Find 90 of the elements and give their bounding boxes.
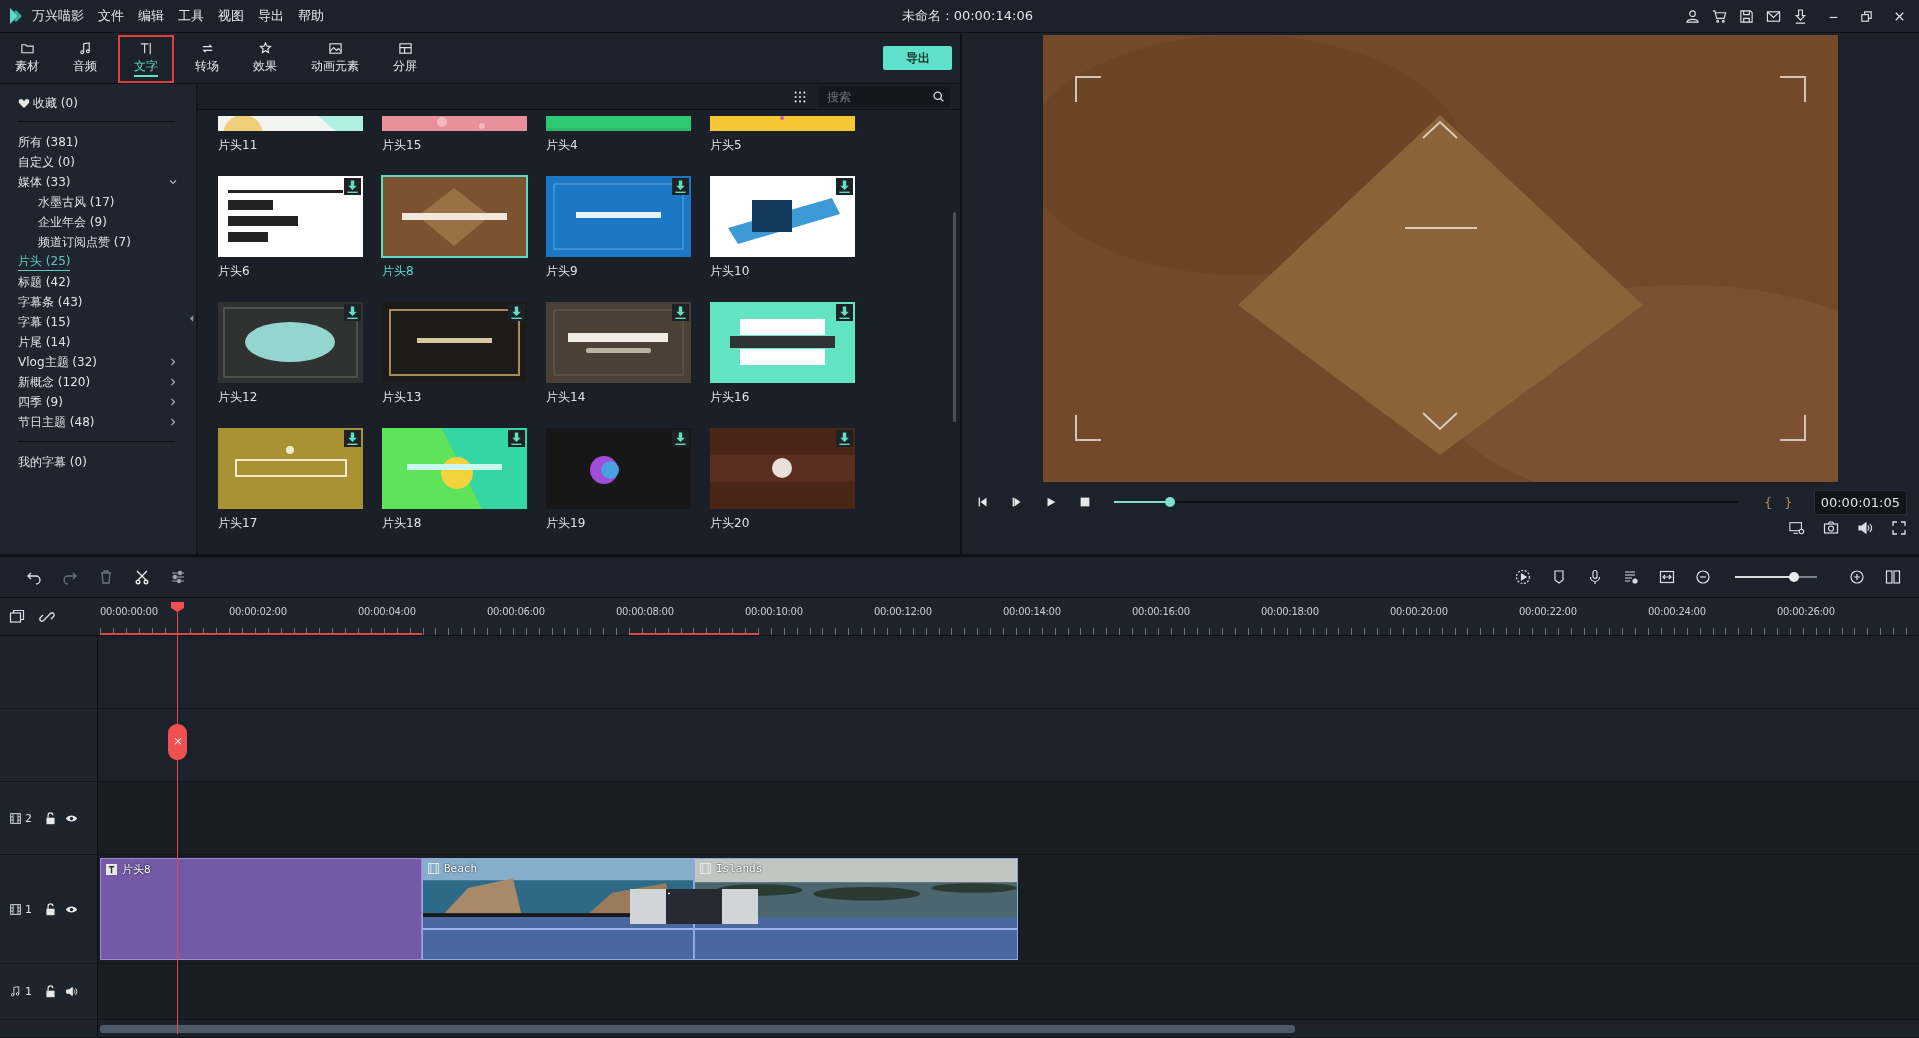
time-label: 00:00:26:00 [1777, 606, 1835, 617]
category-item[interactable]: 新概念 (120) [18, 373, 91, 391]
template-card[interactable]: 片头14 [546, 302, 691, 428]
tab[interactable]: 动画元素 [300, 33, 370, 83]
time-label: 00:00:14:00 [1003, 606, 1061, 617]
template-label: 片头20 [710, 515, 750, 532]
time-label: 00:00:00:00 [100, 606, 158, 617]
clip-label: 片头8 [122, 862, 151, 877]
template-card[interactable]: 片头6 [218, 176, 363, 302]
my-captions-item[interactable]: 我的字幕 (0) [18, 453, 87, 471]
time-label: 00:00:22:00 [1519, 606, 1577, 617]
time-label: 00:00:04:00 [358, 606, 416, 617]
time-label: 00:00:20:00 [1390, 606, 1448, 617]
template-label: 片头15 [382, 137, 422, 154]
tab[interactable]: 素材 [4, 33, 50, 83]
time-label: 00:00:06:00 [487, 606, 545, 617]
template-card[interactable]: 片头11 [218, 116, 363, 176]
menu-item[interactable]: 导出 [258, 7, 284, 25]
category-item[interactable]: 企业年会 (9) [38, 213, 107, 231]
track-number: 1 [25, 902, 32, 916]
menu-item[interactable]: 视图 [218, 7, 244, 25]
template-label: 片头19 [546, 515, 586, 532]
template-card[interactable]: 片头17 [218, 428, 363, 554]
time-label: 00:00:16:00 [1132, 606, 1190, 617]
time-label: 00:00:18:00 [1261, 606, 1319, 617]
template-card[interactable]: 片头12 [218, 302, 363, 428]
template-label: 片头4 [546, 137, 578, 154]
template-card[interactable]: 片头10 [710, 176, 855, 302]
template-card[interactable]: 片头18 [382, 428, 527, 554]
template-label: 片头13 [382, 389, 422, 406]
category-item[interactable]: 片尾 (14) [18, 333, 71, 351]
template-card[interactable]: 片头5 [710, 116, 855, 176]
category-item[interactable]: 自定义 (0) [18, 153, 75, 171]
title-clip[interactable]: 片头8 [100, 858, 422, 960]
category-item[interactable]: 所有 (381) [18, 133, 79, 151]
timecode-display: 00:00:01:05 [1813, 489, 1907, 515]
template-label: 片头16 [710, 389, 750, 406]
category-item[interactable]: 标题 (42) [18, 273, 71, 291]
track-number: 2 [25, 811, 32, 825]
template-label: 片头6 [218, 263, 250, 280]
template-card[interactable]: 片头13 [382, 302, 527, 428]
clip-label: Beach [444, 862, 478, 875]
time-label: 00:00:12:00 [874, 606, 932, 617]
tab[interactable]: 音频 [62, 33, 108, 83]
favorites-item[interactable]: 收藏 (0) [33, 94, 78, 112]
template-label: 片头17 [218, 515, 258, 532]
menu-item[interactable]: 文件 [98, 7, 124, 25]
template-label: 片头11 [218, 137, 258, 154]
menu-item[interactable]: 编辑 [138, 7, 164, 25]
menu-item[interactable]: 工具 [178, 7, 204, 25]
app-name: 万兴喵影 [32, 7, 84, 25]
template-card[interactable]: 片头19 [546, 428, 691, 554]
template-label: 片头9 [546, 263, 578, 280]
track-number: 1 [25, 985, 32, 998]
template-card[interactable]: 片头8 [382, 176, 527, 302]
template-label: 片头10 [710, 263, 750, 280]
category-item[interactable]: 节日主题 (48) [18, 413, 95, 431]
template-card[interactable]: 片头15 [382, 116, 527, 176]
template-card[interactable]: 片头4 [546, 116, 691, 176]
category-item[interactable]: 字幕条 (43) [18, 293, 83, 311]
template-card[interactable]: 片头20 [710, 428, 855, 554]
mark-in-button[interactable]: { [1764, 494, 1773, 510]
time-label: 00:00:08:00 [616, 606, 674, 617]
time-ruler[interactable]: 00:00:00:00 00:00:02:00 00:00:04:00 00:00:06:00 00:00:08:00 00:00:10:00 00:00:12:00 00:00:14:00 00:00:16:00 00:00:18:00 00:00:20:00 00:00:22:00 00:00:24:00 00:00:26:00 [98, 598, 1919, 635]
template-label: 片头14 [546, 389, 586, 406]
clip-label: Islands [716, 862, 763, 875]
tab[interactable]: 转场 [184, 33, 230, 83]
time-label: 00:00:24:00 [1648, 606, 1706, 617]
export-button[interactable]: 导出 [883, 46, 952, 70]
category-item[interactable]: 频道订阅点赞 (7) [38, 233, 131, 251]
time-label: 00:00:02:00 [229, 606, 287, 617]
menu-item[interactable]: 帮助 [298, 7, 324, 25]
project-title: 未命名 : 00:00:14:06 [902, 7, 1033, 25]
template-card[interactable]: 片头9 [546, 176, 691, 302]
template-label: 片头5 [710, 137, 742, 154]
category-item[interactable]: 四季 (9) [18, 393, 63, 411]
tab[interactable]: 效果 [242, 33, 288, 83]
category-item[interactable]: 媒体 (33) [18, 173, 71, 191]
template-label: 片头18 [382, 515, 422, 532]
category-item[interactable]: 字幕 (15) [18, 313, 71, 331]
category-item[interactable]: 水墨古风 (17) [38, 193, 115, 211]
search-field[interactable]: 搜索 [819, 86, 950, 107]
template-label: 片头8 [382, 263, 414, 280]
category-item[interactable]: Vlog主题 (32) [18, 353, 97, 371]
template-card[interactable]: 片头16 [710, 302, 855, 428]
mark-out-button[interactable]: } [1784, 494, 1793, 510]
category-item[interactable]: 片头 (25) [18, 253, 71, 271]
tab[interactable]: 分屏 [382, 33, 428, 83]
time-label: 00:00:10:00 [745, 606, 803, 617]
template-label: 片头12 [218, 389, 258, 406]
